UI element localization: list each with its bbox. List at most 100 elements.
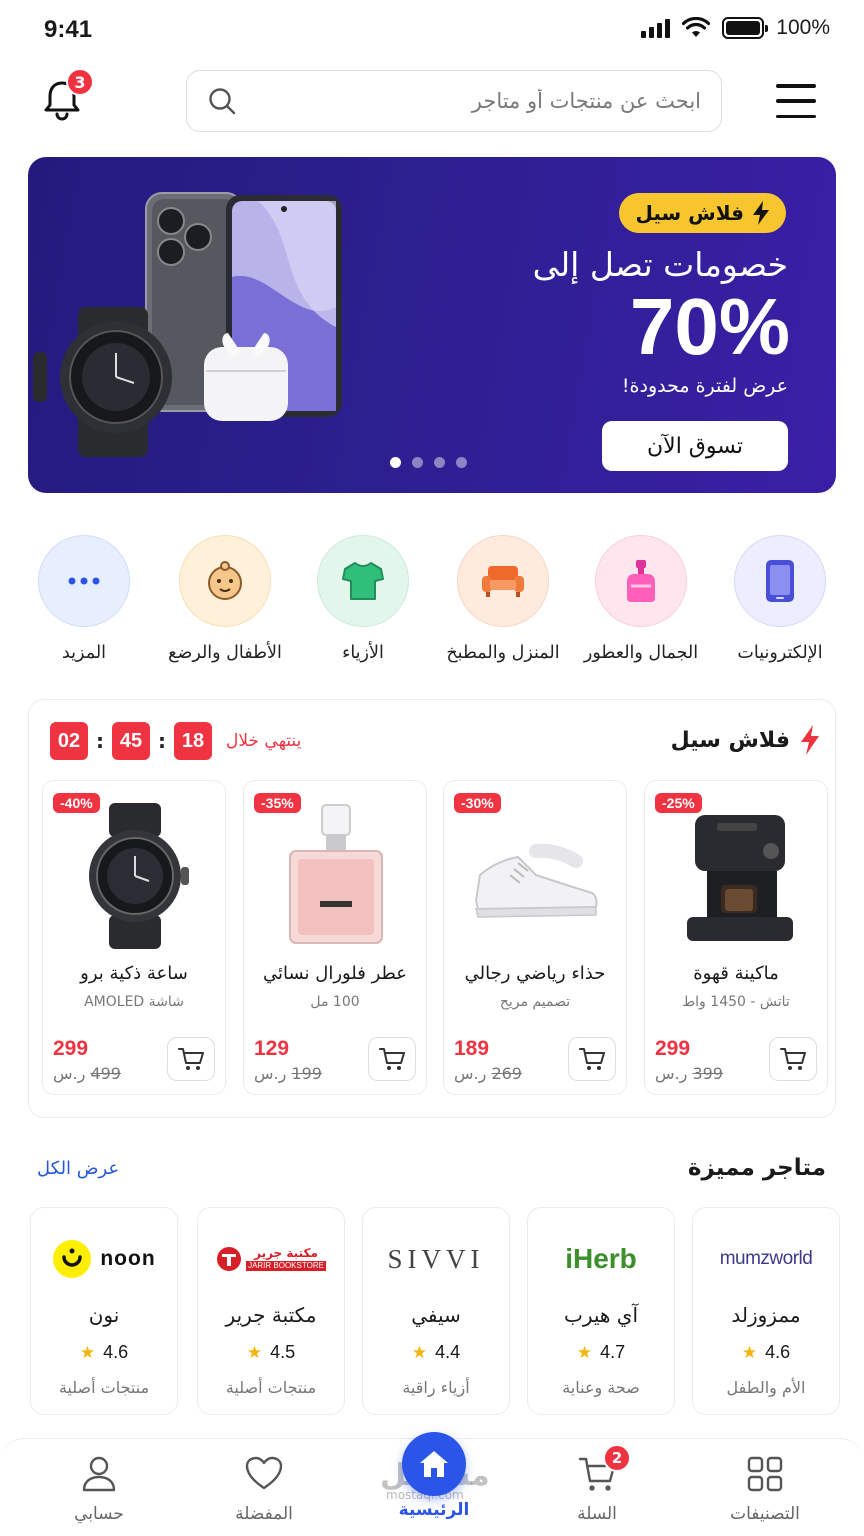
lightning-icon [801, 725, 819, 755]
timer-minutes: 45 [112, 722, 150, 760]
add-to-cart-button[interactable] [368, 1037, 416, 1081]
add-to-cart-button[interactable] [769, 1037, 817, 1081]
sneaker-image [474, 843, 598, 918]
home-icon [420, 1451, 448, 1477]
promo-banner[interactable]: فلاش سيل خصومات تصل إلى 70% عرض لفترة مح… [28, 157, 836, 493]
cart-icon [178, 1048, 204, 1070]
timer-seconds: 02 [50, 722, 88, 760]
star-icon: ★ [576, 1342, 593, 1362]
product-price: 299 [655, 1037, 691, 1060]
phone-icon [734, 535, 826, 627]
devices-illustration [33, 192, 342, 457]
status-time: 9:41 [44, 16, 93, 43]
store-card[interactable]: مكتبة جرير JARIR BOOKSTORE مكتبة جرير ★ 4… [197, 1207, 345, 1415]
add-to-cart-button[interactable] [568, 1037, 616, 1081]
menu-icon[interactable] [776, 84, 816, 118]
store-logo: mumzworld [719, 1248, 813, 1269]
store-card[interactable]: SIVVI سيفي ★ 4.4 أزياء راقية [362, 1207, 510, 1415]
star-icon: ★ [79, 1342, 96, 1362]
cart-icon [579, 1048, 605, 1070]
tshirt-icon [317, 535, 409, 627]
category-kids-babies[interactable]: الأطفال والرضع [160, 535, 290, 663]
baby-icon [179, 535, 271, 627]
signal-icon [641, 18, 671, 38]
heart-icon [245, 1456, 283, 1490]
wifi-icon [682, 17, 711, 37]
carousel-dot[interactable] [434, 457, 445, 468]
battery-percent: 100% [776, 16, 830, 39]
carousel-dots[interactable] [390, 457, 467, 468]
product-card[interactable]: -40% ساعة ذكية برو شاشة AMOLED 299 499 ر… [42, 780, 226, 1095]
product-old-price: 499 ر.س [53, 1064, 121, 1083]
star-icon: ★ [411, 1342, 428, 1362]
product-old-price: 199 ر.س [254, 1064, 322, 1083]
product-card[interactable]: -30% حذاء رياضي رجالي تصميم مريح 189 269… [443, 780, 627, 1095]
nav-categories[interactable]: التصنيفات [705, 1454, 825, 1524]
perfume-icon [595, 535, 687, 627]
category-home-kitchen[interactable]: المنزل والمطبخ [438, 535, 568, 663]
store-logo: iHerb [565, 1243, 637, 1274]
timer-hours: 18 [174, 722, 212, 760]
store-rating: ★ 4.5 [246, 1342, 296, 1362]
product-card[interactable]: -35% عطر فلورال نسائي 100 مل 129 199 ر.س [243, 780, 427, 1095]
smartwatch-image [89, 803, 189, 949]
search-input[interactable] [237, 89, 701, 113]
category-fashion[interactable]: الأزياء [298, 535, 428, 663]
search-icon[interactable] [207, 86, 237, 116]
user-icon [82, 1456, 116, 1492]
star-icon: ★ [246, 1342, 263, 1362]
search-bar[interactable] [186, 70, 722, 132]
nav-favorites[interactable]: المفضلة [204, 1454, 324, 1524]
category-more[interactable]: المزيد [19, 535, 149, 663]
countdown-timer: 02 : 45 : 18 ينتهي خلال [50, 722, 301, 760]
store-rating: ★ 4.7 [576, 1342, 626, 1362]
cart-icon [780, 1048, 806, 1070]
timer-label: ينتهي خلال [226, 731, 302, 751]
coffee-machine-image [687, 815, 793, 941]
store-card[interactable]: iHerb آي هيرب ★ 4.7 صحة وعناية [527, 1207, 675, 1415]
status-indicators: 100% [641, 16, 830, 40]
store-rating: ★ 4.6 [79, 1342, 129, 1362]
nav-account[interactable]: حسابي [39, 1454, 159, 1524]
noon-logo-icon [53, 1240, 92, 1278]
nav-home-label[interactable]: الرئيسية [372, 1500, 496, 1520]
shop-now-button[interactable]: تسوق الآن [602, 421, 788, 471]
grid-icon [747, 1456, 783, 1492]
carousel-dot[interactable] [456, 457, 467, 468]
nav-cart[interactable]: السلة [537, 1454, 657, 1524]
carousel-dot[interactable] [412, 457, 423, 468]
notification-badge: 3 [66, 68, 94, 96]
flash-sale-pill: فلاش سيل [619, 193, 786, 233]
store-rating: ★ 4.4 [411, 1342, 461, 1362]
jarir-logo-icon [217, 1247, 242, 1271]
product-price: 129 [254, 1037, 290, 1060]
flash-sale-title: فلاش سيل [671, 725, 820, 755]
banner-subtitle: عرض لفترة محدودة! [621, 375, 788, 397]
perfume-bottle-image [289, 804, 383, 944]
carousel-dot[interactable] [390, 457, 401, 468]
battery-icon [722, 17, 769, 39]
category-beauty[interactable]: الجمال والعطور [576, 535, 706, 663]
nav-home-button[interactable] [402, 1432, 466, 1496]
banner-percent: 70% [629, 282, 790, 371]
store-logo: noon [31, 1236, 177, 1282]
product-old-price: 269 ر.س [454, 1064, 522, 1083]
more-icon [38, 535, 130, 627]
sofa-icon [457, 535, 549, 627]
view-all-link[interactable]: عرض الكل [37, 1158, 119, 1179]
store-logo: مكتبة جرير JARIR BOOKSTORE [198, 1236, 344, 1282]
store-card[interactable]: mumzworld ممزوزلد ★ 4.6 الأم والطفل [692, 1207, 840, 1415]
store-card[interactable]: noon نون ★ 4.6 منتجات أصلية [30, 1207, 178, 1415]
category-electronics[interactable]: الإلكترونيات [715, 535, 845, 663]
star-icon: ★ [741, 1342, 758, 1362]
product-price: 189 [454, 1037, 490, 1060]
product-card[interactable]: -25% ماكينة قهوة تاتش - 1450 واط 299 399… [644, 780, 828, 1095]
store-rating: ★ 4.6 [741, 1342, 791, 1362]
featured-stores-title: متاجر مميزة [687, 1155, 826, 1181]
product-price: 299 [53, 1037, 89, 1060]
product-old-price: 399 ر.س [655, 1064, 723, 1083]
lightning-icon [753, 201, 769, 225]
store-logo: SIVVI [387, 1243, 485, 1274]
add-to-cart-button[interactable] [167, 1037, 215, 1081]
cart-count-badge: 2 [603, 1444, 631, 1472]
